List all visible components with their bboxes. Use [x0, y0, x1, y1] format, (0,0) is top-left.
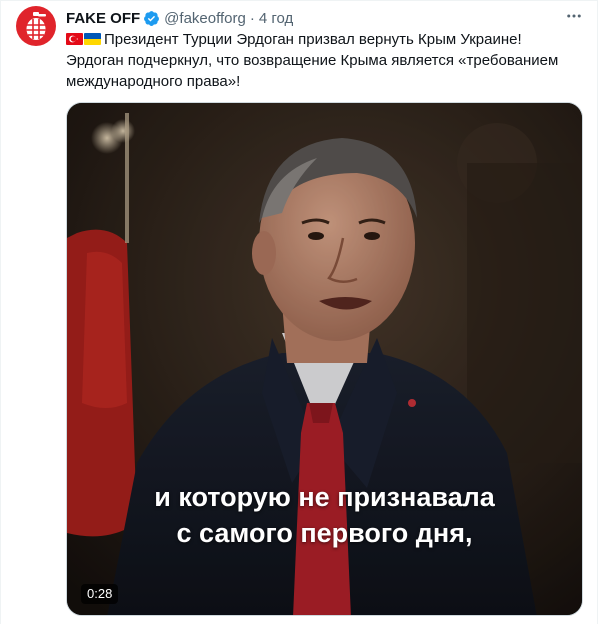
frame-left-border — [0, 0, 1, 624]
timestamp[interactable]: 4 год — [259, 10, 293, 27]
avatar[interactable] — [16, 6, 56, 46]
tweet-header: FAKE OFF @fakeofforg · 4 год — [66, 8, 586, 28]
video-duration-badge: 0:28 — [81, 584, 119, 604]
separator-dot: · — [249, 9, 255, 27]
tweet-text-line2: Эрдоган подчеркнул, что возвращение Крым… — [66, 52, 559, 90]
subtitle-line1: и которую не признавала — [154, 482, 495, 512]
turkey-flag-icon — [66, 33, 83, 45]
tweet-text: Президент Турции Эрдоган призвал вернуть… — [66, 29, 576, 92]
video-subtitle: и которую не признавала с самого первого… — [67, 479, 582, 551]
more-options-button[interactable] — [564, 6, 584, 26]
frame-top-border — [0, 0, 598, 1]
verified-badge-icon — [143, 10, 160, 27]
video-player[interactable]: и которую не признавала с самого первого… — [66, 102, 583, 616]
user-handle[interactable]: @fakeofforg — [164, 10, 246, 27]
grenade-icon — [26, 12, 46, 40]
more-horizontal-icon — [567, 14, 581, 18]
subtitle-line2: с самого первого дня, — [176, 518, 473, 548]
tweet-text-line1: Президент Турции Эрдоган призвал вернуть… — [104, 31, 522, 48]
display-name[interactable]: FAKE OFF — [66, 10, 140, 27]
ukraine-flag-icon — [84, 33, 101, 45]
